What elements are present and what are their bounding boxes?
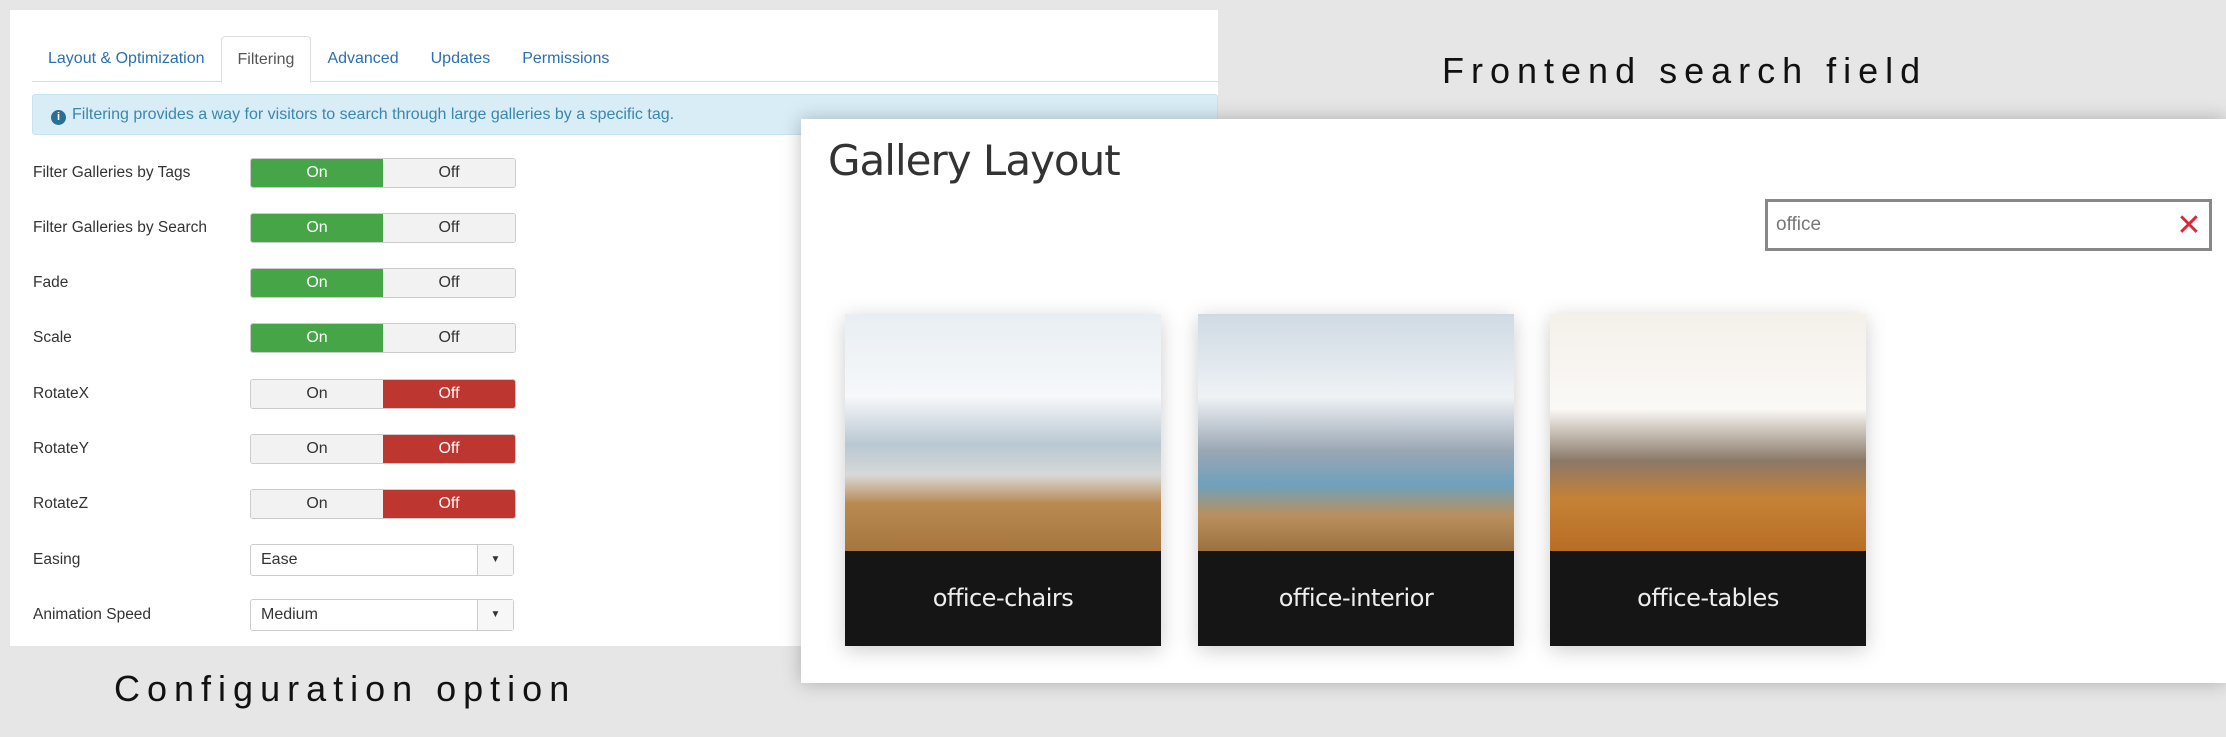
gallery-image [1550, 314, 1866, 551]
on-off-toggle[interactable]: On Off [250, 489, 516, 519]
off-button[interactable]: Off [383, 269, 515, 297]
toggle-label: RotateZ [33, 495, 89, 512]
toggle-label: Scale [33, 329, 72, 346]
select-row: Animation Speed Medium ▼ [33, 599, 514, 631]
on-off-toggle[interactable]: On Off [250, 158, 516, 188]
toggle-row: RotateY On Off [33, 434, 516, 464]
gallery-caption: office-tables [1637, 584, 1779, 612]
select-value: Ease [261, 551, 298, 568]
gallery-item[interactable]: office-chairs [845, 314, 1161, 646]
on-off-toggle[interactable]: On Off [250, 379, 516, 409]
on-button[interactable]: On [251, 490, 383, 518]
toggle-label: Fade [33, 274, 69, 291]
frontend-caption: Frontend search field [1442, 50, 1928, 91]
gallery-item[interactable]: office-tables [1550, 314, 1866, 646]
toggle-label: RotateY [33, 440, 90, 457]
toggle-row: Filter Galleries by Tags On Off [33, 158, 516, 188]
on-off-toggle[interactable]: On Off [250, 434, 516, 464]
on-button[interactable]: On [251, 159, 383, 187]
on-off-toggle[interactable]: On Off [250, 213, 516, 243]
off-button[interactable]: Off [383, 435, 515, 463]
select-value: Medium [261, 606, 318, 623]
off-button[interactable]: Off [383, 490, 515, 518]
on-off-toggle[interactable]: On Off [250, 268, 516, 298]
tab-filtering[interactable]: Filtering [220, 36, 312, 83]
toggle-label: RotateX [33, 385, 90, 402]
tab-bar: Layout & Optimization Filtering Advanced… [32, 36, 1218, 83]
gallery-title: Gallery Layout [828, 136, 1121, 185]
search-input[interactable] [1776, 214, 2169, 236]
toggle-row: Fade On Off [33, 268, 516, 298]
gallery-caption: office-chairs [932, 584, 1074, 612]
on-off-toggle[interactable]: On Off [250, 323, 516, 353]
tab-updates[interactable]: Updates [415, 36, 507, 81]
off-button[interactable]: Off [383, 324, 515, 352]
gallery-image [845, 314, 1161, 551]
toggle-label: Filter Galleries by Search [33, 219, 208, 236]
on-button[interactable]: On [251, 269, 383, 297]
select-dropdown[interactable]: Medium ▼ [250, 599, 514, 631]
gallery-image [1198, 314, 1514, 551]
tab-permissions[interactable]: Permissions [506, 36, 625, 81]
on-button[interactable]: On [251, 214, 383, 242]
caret-down-icon[interactable]: ▼ [477, 600, 513, 630]
tab-layout-optimization[interactable]: Layout & Optimization [32, 36, 221, 81]
off-button[interactable]: Off [383, 214, 515, 242]
gallery-caption: office-interior [1278, 584, 1434, 612]
on-button[interactable]: On [251, 380, 383, 408]
select-dropdown[interactable]: Ease ▼ [250, 544, 514, 576]
off-button[interactable]: Off [383, 159, 515, 187]
on-button[interactable]: On [251, 324, 383, 352]
toggle-row: Scale On Off [33, 323, 516, 353]
gallery-item[interactable]: office-interior [1198, 314, 1514, 646]
info-circle-icon: i [51, 110, 66, 125]
toggle-label: Filter Galleries by Tags [33, 164, 191, 181]
close-x-icon[interactable]: ✕ [2169, 208, 2209, 243]
select-label: Easing [33, 551, 81, 568]
search-field: ✕ [1765, 199, 2212, 251]
toggle-row: Filter Galleries by Search On Off [33, 213, 516, 243]
toggle-row: RotateX On Off [33, 379, 516, 409]
config-caption: Configuration option [114, 668, 577, 709]
toggle-row: RotateZ On Off [33, 489, 516, 519]
tab-advanced[interactable]: Advanced [311, 36, 414, 81]
select-label: Animation Speed [33, 606, 152, 623]
gallery-panel: Gallery Layout ✕ office-chairs office-in… [801, 119, 2226, 683]
info-text: Filtering provides a way for visitors to… [72, 106, 675, 123]
on-button[interactable]: On [251, 435, 383, 463]
select-row: Easing Ease ▼ [33, 544, 514, 576]
caret-down-icon[interactable]: ▼ [477, 545, 513, 575]
off-button[interactable]: Off [383, 380, 515, 408]
